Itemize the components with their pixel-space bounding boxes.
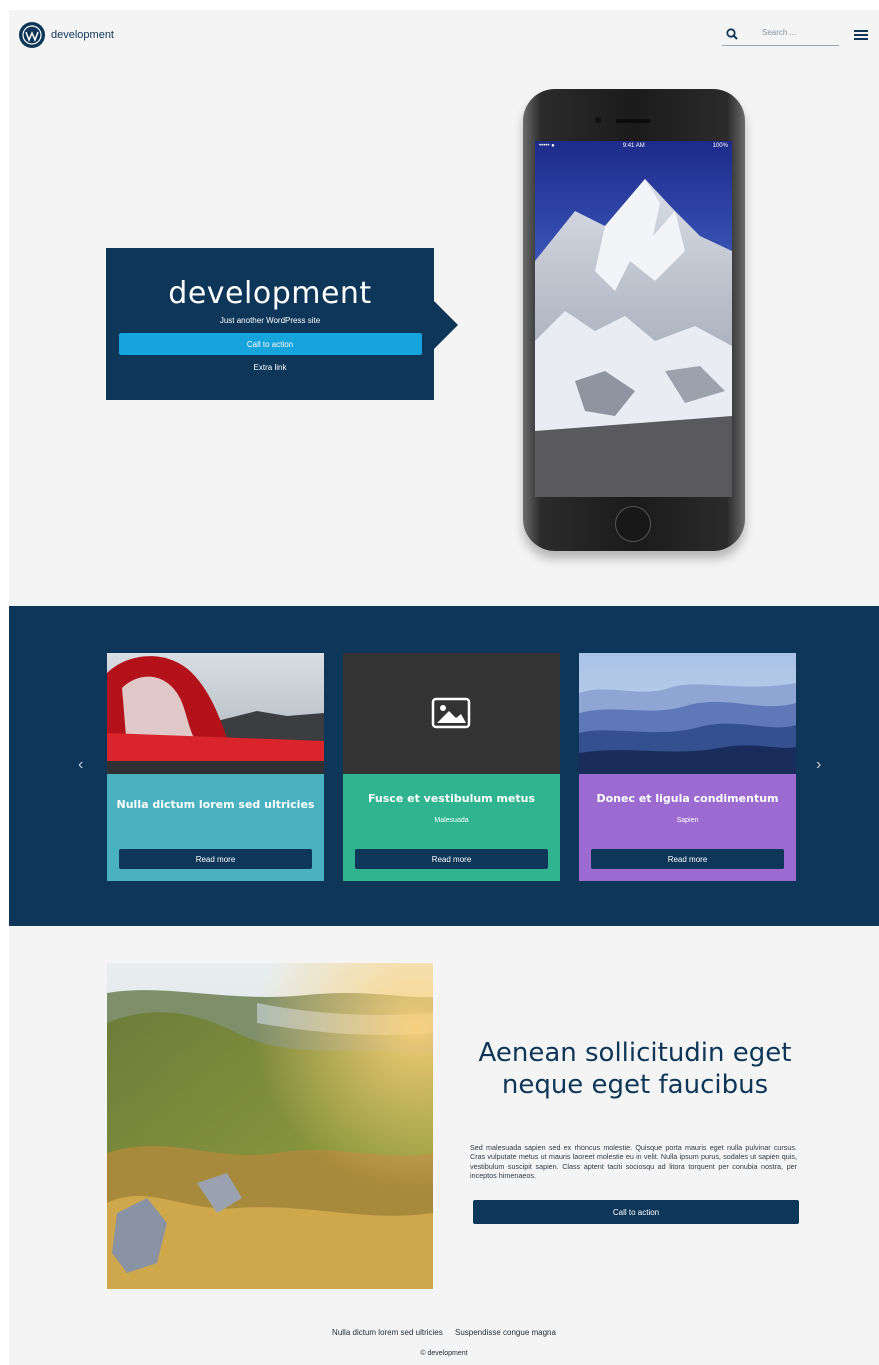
feature-cta-button[interactable]: Call to action [473,1200,799,1224]
carousel-card: Nulla dictum lorem sed ultricies Read mo… [107,653,324,881]
wordpress-logo-icon [19,22,45,48]
read-more-button[interactable]: Read more [355,849,548,869]
card-body: Nulla dictum lorem sed ultricies Read mo… [107,774,324,881]
footer-link[interactable]: Suspendisse congue magna [455,1328,556,1337]
image-placeholder-icon [431,697,471,729]
footer-link[interactable]: Nulla dictum lorem sed ultricies [332,1328,443,1337]
read-more-button[interactable]: Read more [119,849,312,869]
card-body: Donec et ligula condimentum Sapien Read … [579,774,796,881]
card-title: Nulla dictum lorem sed ultricies [116,798,315,811]
feature-title: Aenean sollicitudin eget neque eget fauc… [478,1038,792,1100]
card-image-placeholder [343,653,560,774]
card-subtitle: Sapien [676,817,699,824]
search-box [722,26,839,46]
copyright: © development [420,1350,468,1357]
feature-text: Sed malesuada sapien sed ex rhoncus mole… [470,1143,797,1181]
hero-card-pointer [434,301,458,349]
read-more-button[interactable]: Read more [591,849,784,869]
phone-screen-image: ••••• ● 9:41 AM 100% [535,141,732,497]
site-name: development [51,29,114,41]
carousel-prev-icon[interactable]: ‹ [78,756,83,774]
search-input[interactable] [762,28,836,37]
footer-nav: Nulla dictum lorem sed ultricies Suspend… [9,1328,879,1337]
phone-mockup: ••••• ● 9:41 AM 100% [523,89,745,551]
card-image-mountains [579,653,796,774]
card-subtitle: Malesuada [434,817,469,824]
hero-card: development Just another WordPress site … [106,248,434,400]
hero-tagline: Just another WordPress site [219,316,321,325]
phone-home-button [615,506,651,542]
carousel-card: Fusce et vestibulum metus Malesuada Read… [343,653,560,881]
card-image-lava [107,653,324,774]
phone-time: 9:41 AM [622,143,645,149]
hero-cta-button[interactable]: Call to action [118,333,422,355]
carousel-section: ‹ › Nulla dictum lorem sed ultricies Rea… [9,606,879,926]
page: development development Just another Wor… [9,10,879,1365]
mountain-photo [535,141,732,497]
hero-extra-link[interactable]: Extra link [106,363,434,372]
phone-camera [595,117,601,123]
site-logo-link[interactable]: development [19,22,114,48]
phone-speaker [616,119,650,123]
card-body: Fusce et vestibulum metus Malesuada Read… [343,774,560,881]
phone-carrier: ••••• ● [539,143,555,149]
phone-battery: 100% [712,143,728,149]
hamburger-menu-icon[interactable] [854,30,868,40]
card-title: Donec et ligula condimentum [596,792,779,805]
search-icon[interactable] [726,28,738,40]
carousel-next-icon[interactable]: › [816,756,821,774]
card-title: Fusce et vestibulum metus [367,792,536,805]
carousel-card: Donec et ligula condimentum Sapien Read … [579,653,796,881]
feature-landscape-image [107,963,433,1289]
hero-title: development [168,276,372,311]
phone-status-bar: ••••• ● 9:41 AM 100% [535,141,732,151]
